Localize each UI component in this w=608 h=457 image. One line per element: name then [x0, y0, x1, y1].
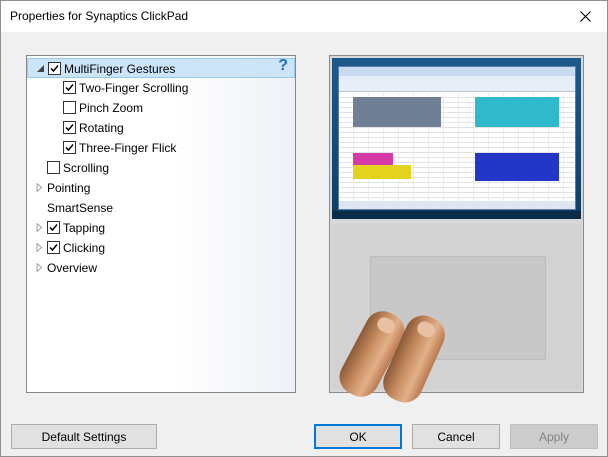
preview-screen-image [332, 58, 581, 219]
tree-item-rotating[interactable]: Rotating [27, 118, 295, 138]
tree-item-label: Pointing [47, 181, 91, 195]
tree-item-multifinger-gestures[interactable]: MultiFinger Gestures [27, 58, 295, 78]
collapsed-arrow-icon[interactable] [35, 243, 44, 252]
properties-dialog: Properties for Synaptics ClickPad MultiF… [0, 0, 608, 457]
expanded-arrow-icon[interactable] [36, 64, 45, 73]
preview-touchpad-image [332, 224, 581, 409]
checkbox[interactable] [47, 241, 60, 254]
checkmark-icon [50, 65, 59, 73]
tree-item-label: Scrolling [63, 161, 110, 175]
tree-item-scrolling[interactable]: Scrolling [27, 158, 295, 178]
tree-item-label: Tapping [63, 221, 106, 235]
apply-button[interactable]: Apply [510, 424, 598, 449]
tree-item-label: Two-Finger Scrolling [79, 81, 189, 95]
checkmark-icon [49, 244, 58, 252]
checkbox[interactable] [63, 121, 76, 134]
checkbox[interactable] [63, 101, 76, 114]
cancel-button[interactable]: Cancel [412, 424, 500, 449]
checkbox[interactable] [48, 62, 61, 75]
preview-panel [329, 55, 584, 409]
help-icon[interactable]: ? [278, 57, 288, 75]
tree-item-overview[interactable]: Overview [27, 258, 295, 278]
tree-item-label: Rotating [79, 121, 124, 135]
tree-item-label: SmartSense [47, 201, 114, 215]
tree-item-three-finger-flick[interactable]: Three-Finger Flick [27, 138, 295, 158]
tree-item-pointing[interactable]: Pointing [27, 178, 295, 198]
default-settings-button[interactable]: Default Settings [11, 424, 157, 449]
tree-item-smartsense[interactable]: SmartSense [27, 198, 295, 218]
tree-item-label: Clicking [63, 241, 106, 255]
ok-button[interactable]: OK [314, 424, 402, 449]
settings-tree[interactable]: MultiFinger Gestures Two-Finger Scrolling… [26, 55, 296, 393]
title-bar: Properties for Synaptics ClickPad [1, 1, 607, 32]
tree-item-two-finger-scrolling[interactable]: Two-Finger Scrolling [27, 78, 295, 98]
collapsed-arrow-icon[interactable] [35, 263, 44, 272]
tree-item-label: Overview [47, 261, 98, 275]
close-button[interactable] [563, 1, 607, 31]
checkbox[interactable] [47, 161, 60, 174]
tree-item-label: Three-Finger Flick [79, 141, 177, 155]
checkmark-icon [49, 224, 58, 232]
checkmark-icon [65, 124, 74, 132]
checkbox[interactable] [47, 221, 60, 234]
checkmark-icon [65, 144, 74, 152]
preview-spreadsheet-window [338, 66, 576, 210]
window-title: Properties for Synaptics ClickPad [10, 9, 189, 23]
tree-item-tapping[interactable]: Tapping [27, 218, 295, 238]
checkbox[interactable] [63, 81, 76, 94]
tree-item-label: Pinch Zoom [79, 101, 144, 115]
close-icon [579, 10, 591, 22]
collapsed-arrow-icon[interactable] [35, 183, 44, 192]
tree-item-pinch-zoom[interactable]: Pinch Zoom [27, 98, 295, 118]
checkmark-icon [65, 84, 74, 92]
checkbox[interactable] [63, 141, 76, 154]
collapsed-arrow-icon[interactable] [35, 223, 44, 232]
tree-item-clicking[interactable]: Clicking [27, 238, 295, 258]
tree-item-label: MultiFinger Gestures [64, 62, 176, 76]
